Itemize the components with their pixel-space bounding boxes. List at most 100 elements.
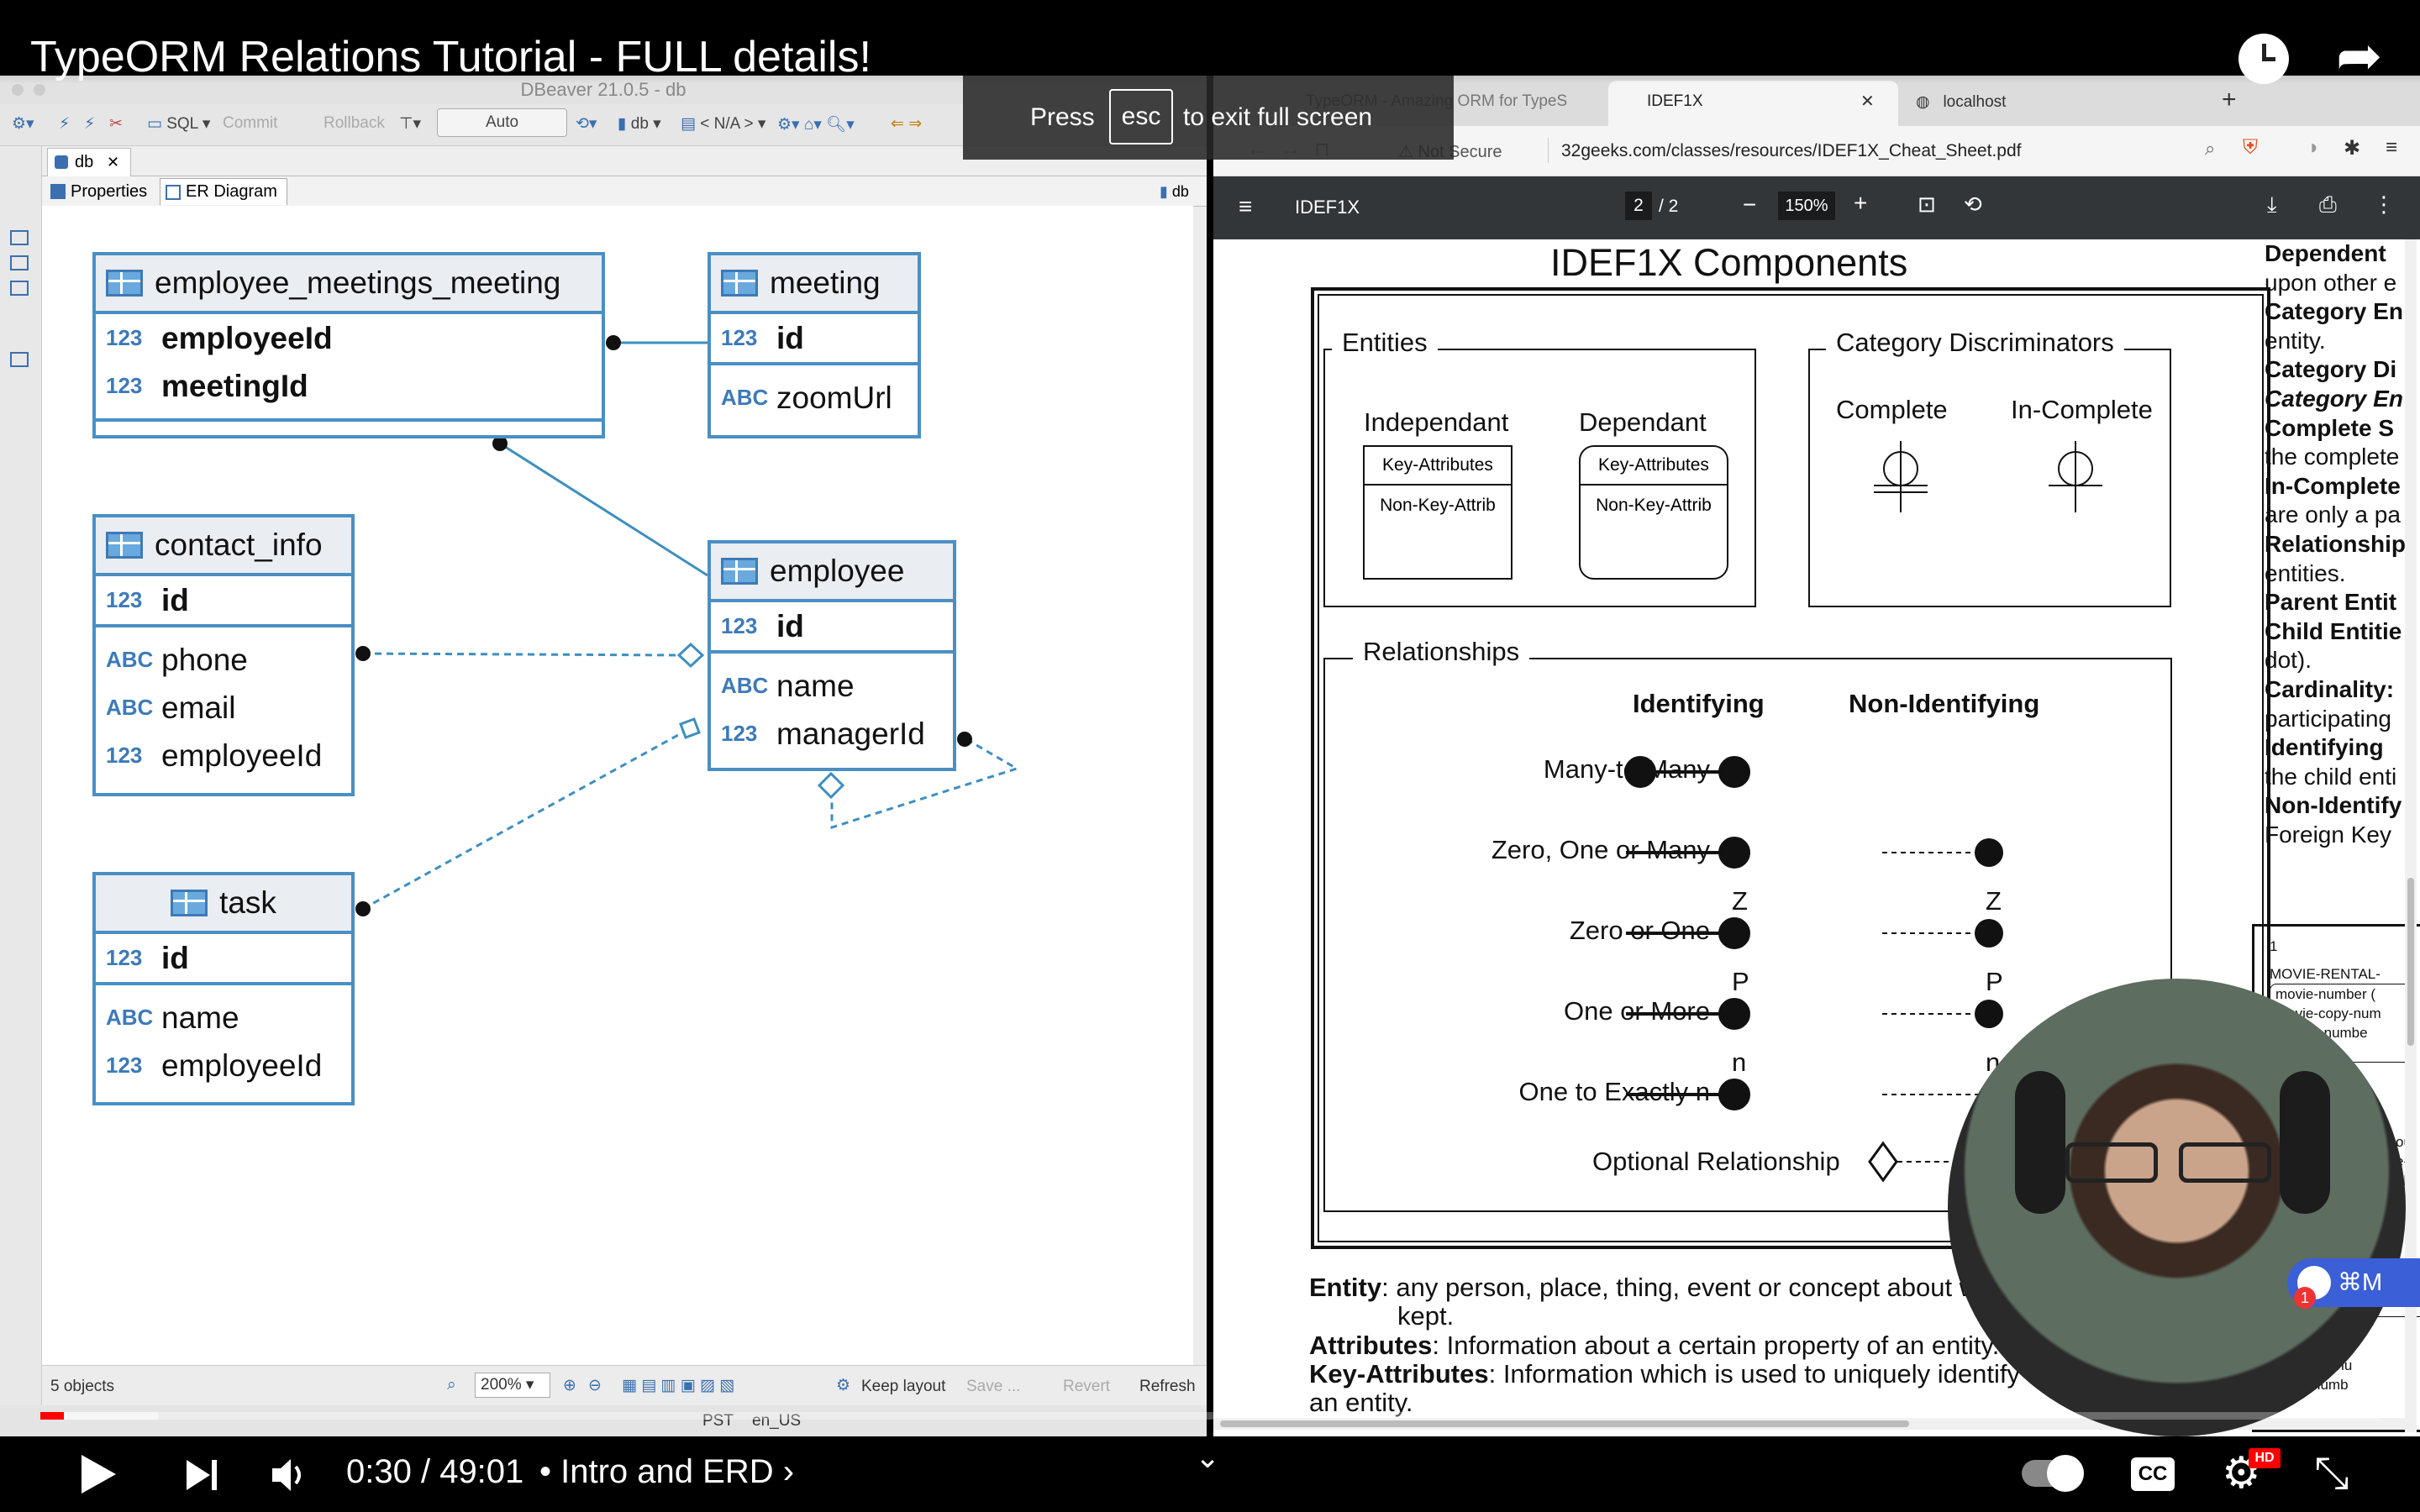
column-row[interactable]: 123 employeeId bbox=[96, 314, 602, 362]
zoom-in-icon[interactable]: ⊕ bbox=[563, 1376, 576, 1395]
table-task[interactable]: task 123 id ABC name 123 employeeId bbox=[92, 872, 355, 1105]
tab-localhost[interactable]: ◍ localhost bbox=[1916, 92, 2006, 112]
column-row[interactable]: 123 id bbox=[96, 576, 351, 624]
column-row[interactable]: 123 id bbox=[711, 314, 918, 362]
keep-layout-button[interactable]: Keep layout bbox=[861, 1378, 945, 1396]
column-name: name bbox=[776, 668, 855, 703]
column-row[interactable]: 123 id bbox=[711, 602, 953, 650]
captions-icon[interactable]: CC bbox=[2131, 1457, 2175, 1491]
rotate-icon[interactable]: ⟲ bbox=[1964, 192, 1982, 218]
definition-attributes: Attributes: Information about a certain … bbox=[1309, 1331, 2000, 1360]
text-type-icon: ABC bbox=[721, 385, 769, 410]
pdf-vertical-scrollbar[interactable] bbox=[2405, 239, 2417, 1432]
page-number-input[interactable]: 2 bbox=[1625, 192, 1652, 220]
column-name: name bbox=[161, 1000, 239, 1035]
table-employee-meetings-meeting[interactable]: employee_meetings_meeting 123 employeeId … bbox=[92, 252, 605, 438]
text-type-icon: ABC bbox=[106, 647, 154, 672]
chevron-down-icon[interactable]: ⌄ bbox=[1195, 1440, 1220, 1475]
gear-icon[interactable]: ⚙ bbox=[836, 1376, 850, 1395]
side-line: Non-Identify bbox=[2265, 792, 2402, 819]
hd-badge: HD bbox=[2249, 1448, 2281, 1468]
download-icon[interactable]: ⤓ bbox=[2267, 192, 2277, 218]
thumb-line: 1 bbox=[2270, 938, 2278, 954]
contact-employee-link bbox=[362, 652, 680, 657]
fit-page-icon[interactable]: ⊡ bbox=[1918, 192, 1936, 218]
optional-square bbox=[679, 717, 701, 739]
share-icon[interactable]: ➦ bbox=[2336, 24, 2382, 88]
column-row[interactable]: 123 meetingId bbox=[96, 362, 602, 410]
text-type-icon: ABC bbox=[106, 1005, 154, 1030]
text-type-icon: ABC bbox=[721, 673, 769, 698]
brave-shield-icon[interactable]: ⛨ bbox=[2243, 136, 2258, 160]
new-tab-button[interactable]: + bbox=[2222, 86, 2237, 114]
search-icon[interactable]: ⌕ bbox=[447, 1376, 456, 1394]
play-icon[interactable] bbox=[77, 1453, 119, 1495]
extension-shortcut: ⌘M bbox=[2338, 1269, 2383, 1296]
exit-fullscreen-icon[interactable]: ⤡ bbox=[2314, 1448, 2349, 1499]
next-icon[interactable] bbox=[183, 1457, 220, 1494]
key-type-icon: 123 bbox=[106, 373, 143, 398]
self-diamond bbox=[817, 771, 845, 800]
tab-idef1x[interactable]: IDEF1X ✕ bbox=[1608, 81, 1898, 126]
column-name: employeeId bbox=[161, 1047, 323, 1083]
column-row[interactable]: 123 id bbox=[96, 934, 351, 982]
extension-floating-button[interactable]: 1 ⌘M bbox=[2287, 1258, 2420, 1309]
key-type-icon: 123 bbox=[106, 325, 143, 350]
extensions-icon[interactable]: ✱ bbox=[2344, 136, 2360, 160]
definition-entity-cont: kept. bbox=[1397, 1301, 1455, 1331]
emm-employee-link bbox=[499, 442, 708, 577]
time-display: 0:30 / 49:01 bbox=[346, 1453, 524, 1490]
more-icon[interactable]: ⋮ bbox=[2373, 192, 2395, 218]
fullscreen-hint: Press esc to exit full screen bbox=[963, 76, 1454, 160]
revert-button[interactable]: Revert bbox=[1063, 1378, 1110, 1396]
column-row[interactable]: 123 employeeId bbox=[96, 1042, 351, 1089]
rewards-icon[interactable]: ◑ bbox=[2306, 136, 2318, 160]
hamburger-icon[interactable]: ≡ bbox=[1239, 193, 1252, 220]
url-field[interactable]: 32geeks.com/classes/resources/IDEF1X_Che… bbox=[1561, 141, 2021, 161]
column-row[interactable]: ABC name bbox=[711, 662, 953, 710]
zoom-icon[interactable]: ⌕ bbox=[2205, 138, 2215, 160]
menu-icon[interactable]: ≡ bbox=[2386, 136, 2397, 160]
print-icon[interactable]: ⎙ bbox=[2319, 192, 2337, 218]
layout-icons[interactable]: ▦ ▤ ▥ ▣ ▨ ▧ bbox=[622, 1376, 734, 1395]
save-button[interactable]: Save ... bbox=[966, 1378, 1020, 1396]
url-divider bbox=[1548, 138, 1549, 163]
column-row[interactable]: 123 employeeId bbox=[96, 732, 351, 780]
scrollbar-thumb[interactable] bbox=[1220, 1420, 1909, 1427]
autoplay-toggle[interactable] bbox=[2022, 1455, 2084, 1492]
side-line: entities. bbox=[2265, 559, 2346, 586]
column-name: managerId bbox=[776, 716, 925, 751]
column-name: id bbox=[776, 320, 804, 355]
close-tab-icon[interactable]: ✕ bbox=[1860, 91, 1875, 112]
key-type-icon: 123 bbox=[721, 325, 758, 350]
key-type-icon: 123 bbox=[106, 587, 143, 612]
table-divider bbox=[711, 362, 918, 365]
column-row[interactable]: ABC email bbox=[96, 684, 351, 732]
watch-later-icon[interactable] bbox=[2238, 34, 2289, 84]
key-type-icon: 123 bbox=[721, 613, 758, 638]
video-title[interactable]: TypeORM Relations Tutorial - FULL detail… bbox=[30, 32, 871, 82]
volume-icon[interactable] bbox=[269, 1455, 309, 1495]
column-row[interactable]: ABC phone bbox=[96, 636, 351, 684]
column-name: email bbox=[161, 690, 236, 725]
table-contact-info[interactable]: contact_info 123 id ABC phone ABC email 123… bbox=[92, 514, 355, 796]
column-row[interactable]: 123 managerId bbox=[711, 710, 953, 758]
zoom-input[interactable]: 150% bbox=[1778, 192, 1835, 220]
table-employee[interactable]: employee 123 id ABC name 123 managerId bbox=[708, 540, 956, 771]
video-progress-bar[interactable] bbox=[40, 1412, 2380, 1420]
tab-idef1x-label: IDEF1X bbox=[1647, 92, 1703, 110]
column-name: employeeId bbox=[161, 320, 333, 355]
diagram-status-bar: 5 objects ⌕ 200% ▾ ⊕ ⊖ ▦ ▤ ▥ ▣ ▨ ▧ ⚙ Kee… bbox=[42, 1365, 1207, 1405]
column-row[interactable]: ABC name bbox=[96, 994, 351, 1042]
refresh-button[interactable]: Refresh bbox=[1139, 1378, 1196, 1396]
extension-count-badge: 1 bbox=[2294, 1287, 2316, 1309]
zoom-in-button[interactable]: + bbox=[1854, 190, 1867, 217]
scrollbar-thumb[interactable] bbox=[2407, 878, 2414, 1046]
zoom-out-button[interactable]: − bbox=[1743, 192, 1756, 218]
chapter-button[interactable]: • Intro and ERD › bbox=[539, 1453, 794, 1491]
zoom-select[interactable]: 200% ▾ bbox=[475, 1373, 550, 1398]
zoom-out-icon[interactable]: ⊖ bbox=[588, 1376, 602, 1395]
clock-hand bbox=[2262, 57, 2275, 61]
table-meeting[interactable]: meeting 123 id ABC zoomUrl bbox=[708, 252, 921, 438]
column-row[interactable]: ABC zoomUrl bbox=[711, 374, 918, 422]
